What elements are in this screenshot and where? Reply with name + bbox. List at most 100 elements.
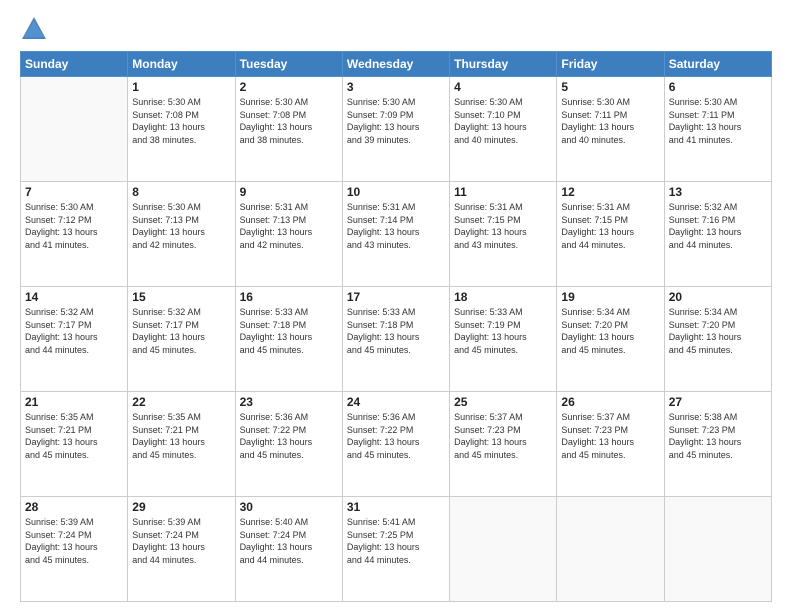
day-info: Sunrise: 5:37 AM Sunset: 7:23 PM Dayligh… bbox=[561, 411, 659, 461]
calendar-week-row-3: 21 Sunrise: 5:35 AM Sunset: 7:21 PM Dayli… bbox=[21, 392, 772, 497]
day-info: Sunrise: 5:30 AM Sunset: 7:12 PM Dayligh… bbox=[25, 201, 123, 251]
day-number: 2 bbox=[240, 80, 338, 94]
day-info: Sunrise: 5:31 AM Sunset: 7:13 PM Dayligh… bbox=[240, 201, 338, 251]
calendar-header-thursday: Thursday bbox=[450, 52, 557, 77]
day-info: Sunrise: 5:36 AM Sunset: 7:22 PM Dayligh… bbox=[240, 411, 338, 461]
calendar-cell: 23Sunrise: 5:36 AM Sunset: 7:22 PM Dayli… bbox=[235, 392, 342, 497]
day-info: Sunrise: 5:30 AM Sunset: 7:11 PM Dayligh… bbox=[561, 96, 659, 146]
day-number: 31 bbox=[347, 500, 445, 514]
calendar-cell: 10 Sunrise: 5:31 AM Sunset: 7:14 PM Dayli… bbox=[342, 182, 449, 287]
day-info: Sunrise: 5:30 AM Sunset: 7:11 PM Dayligh… bbox=[669, 96, 767, 146]
calendar-cell: 15 Sunrise: 5:32 AM Sunset: 7:17 PM Dayli… bbox=[128, 287, 235, 392]
day-number: 22 bbox=[132, 395, 230, 409]
calendar-cell: 26 Sunrise: 5:37 AM Sunset: 7:23 PM Dayli… bbox=[557, 392, 664, 497]
calendar-cell: 9 Sunrise: 5:31 AM Sunset: 7:13 PM Daylig… bbox=[235, 182, 342, 287]
calendar-header-tuesday: Tuesday bbox=[235, 52, 342, 77]
calendar-cell: 14 Sunrise: 5:32 AM Sunset: 7:17 PM Dayli… bbox=[21, 287, 128, 392]
calendar-week-row-2: 14 Sunrise: 5:32 AM Sunset: 7:17 PM Dayli… bbox=[21, 287, 772, 392]
calendar-cell bbox=[664, 497, 771, 602]
header bbox=[20, 15, 772, 43]
day-number: 16 bbox=[240, 290, 338, 304]
day-number: 25 bbox=[454, 395, 552, 409]
day-info: Sunrise: 5:30 AM Sunset: 7:08 PM Dayligh… bbox=[132, 96, 230, 146]
day-info: Sunrise: 5:35 AM Sunset: 7:21 PM Dayligh… bbox=[25, 411, 123, 461]
day-number: 21 bbox=[25, 395, 123, 409]
day-number: 14 bbox=[25, 290, 123, 304]
day-number: 30 bbox=[240, 500, 338, 514]
day-number: 4 bbox=[454, 80, 552, 94]
calendar-cell bbox=[450, 497, 557, 602]
calendar-week-row-4: 28 Sunrise: 5:39 AM Sunset: 7:24 PM Dayli… bbox=[21, 497, 772, 602]
day-info: Sunrise: 5:38 AM Sunset: 7:23 PM Dayligh… bbox=[669, 411, 767, 461]
calendar-cell: 18Sunrise: 5:33 AM Sunset: 7:19 PM Dayli… bbox=[450, 287, 557, 392]
calendar-cell: 27 Sunrise: 5:38 AM Sunset: 7:23 PM Dayli… bbox=[664, 392, 771, 497]
day-number: 26 bbox=[561, 395, 659, 409]
day-number: 11 bbox=[454, 185, 552, 199]
calendar-header-sunday: Sunday bbox=[21, 52, 128, 77]
day-info: Sunrise: 5:33 AM Sunset: 7:18 PM Dayligh… bbox=[347, 306, 445, 356]
day-info: Sunrise: 5:37 AM Sunset: 7:23 PM Dayligh… bbox=[454, 411, 552, 461]
calendar-cell: 16 Sunrise: 5:33 AM Sunset: 7:18 PM Dayli… bbox=[235, 287, 342, 392]
day-number: 17 bbox=[347, 290, 445, 304]
calendar-week-row-0: 1 Sunrise: 5:30 AM Sunset: 7:08 PM Daylig… bbox=[21, 77, 772, 182]
day-info: Sunrise: 5:32 AM Sunset: 7:16 PM Dayligh… bbox=[669, 201, 767, 251]
day-number: 12 bbox=[561, 185, 659, 199]
day-number: 28 bbox=[25, 500, 123, 514]
day-number: 7 bbox=[25, 185, 123, 199]
calendar-cell: 7 Sunrise: 5:30 AM Sunset: 7:12 PM Daylig… bbox=[21, 182, 128, 287]
day-info: Sunrise: 5:32 AM Sunset: 7:17 PM Dayligh… bbox=[132, 306, 230, 356]
day-number: 24 bbox=[347, 395, 445, 409]
calendar-cell: 19Sunrise: 5:34 AM Sunset: 7:20 PM Dayli… bbox=[557, 287, 664, 392]
day-number: 1 bbox=[132, 80, 230, 94]
calendar-cell: 20 Sunrise: 5:34 AM Sunset: 7:20 PM Dayli… bbox=[664, 287, 771, 392]
day-number: 20 bbox=[669, 290, 767, 304]
day-info: Sunrise: 5:32 AM Sunset: 7:17 PM Dayligh… bbox=[25, 306, 123, 356]
calendar-cell: 11Sunrise: 5:31 AM Sunset: 7:15 PM Dayli… bbox=[450, 182, 557, 287]
day-number: 10 bbox=[347, 185, 445, 199]
day-info: Sunrise: 5:30 AM Sunset: 7:10 PM Dayligh… bbox=[454, 96, 552, 146]
calendar-cell: 13 Sunrise: 5:32 AM Sunset: 7:16 PM Dayli… bbox=[664, 182, 771, 287]
day-number: 19 bbox=[561, 290, 659, 304]
day-number: 15 bbox=[132, 290, 230, 304]
logo-icon bbox=[20, 15, 48, 43]
calendar-cell: 29Sunrise: 5:39 AM Sunset: 7:24 PM Dayli… bbox=[128, 497, 235, 602]
day-number: 9 bbox=[240, 185, 338, 199]
logo bbox=[20, 15, 52, 43]
day-info: Sunrise: 5:40 AM Sunset: 7:24 PM Dayligh… bbox=[240, 516, 338, 566]
day-info: Sunrise: 5:36 AM Sunset: 7:22 PM Dayligh… bbox=[347, 411, 445, 461]
day-info: Sunrise: 5:30 AM Sunset: 7:08 PM Dayligh… bbox=[240, 96, 338, 146]
calendar-cell: 24 Sunrise: 5:36 AM Sunset: 7:22 PM Dayli… bbox=[342, 392, 449, 497]
calendar-header-row: SundayMondayTuesdayWednesdayThursdayFrid… bbox=[21, 52, 772, 77]
day-info: Sunrise: 5:41 AM Sunset: 7:25 PM Dayligh… bbox=[347, 516, 445, 566]
day-info: Sunrise: 5:39 AM Sunset: 7:24 PM Dayligh… bbox=[132, 516, 230, 566]
calendar-header-friday: Friday bbox=[557, 52, 664, 77]
calendar-cell: 5 Sunrise: 5:30 AM Sunset: 7:11 PM Daylig… bbox=[557, 77, 664, 182]
calendar-cell bbox=[557, 497, 664, 602]
calendar-table: SundayMondayTuesdayWednesdayThursdayFrid… bbox=[20, 51, 772, 602]
calendar-cell: 21 Sunrise: 5:35 AM Sunset: 7:21 PM Dayli… bbox=[21, 392, 128, 497]
calendar-cell: 12Sunrise: 5:31 AM Sunset: 7:15 PM Dayli… bbox=[557, 182, 664, 287]
day-number: 18 bbox=[454, 290, 552, 304]
calendar-header-saturday: Saturday bbox=[664, 52, 771, 77]
calendar-cell: 2 Sunrise: 5:30 AM Sunset: 7:08 PM Daylig… bbox=[235, 77, 342, 182]
day-info: Sunrise: 5:34 AM Sunset: 7:20 PM Dayligh… bbox=[669, 306, 767, 356]
calendar-header-wednesday: Wednesday bbox=[342, 52, 449, 77]
calendar-cell: 6Sunrise: 5:30 AM Sunset: 7:11 PM Daylig… bbox=[664, 77, 771, 182]
calendar-cell: 22 Sunrise: 5:35 AM Sunset: 7:21 PM Dayli… bbox=[128, 392, 235, 497]
calendar-cell: 30 Sunrise: 5:40 AM Sunset: 7:24 PM Dayli… bbox=[235, 497, 342, 602]
day-info: Sunrise: 5:33 AM Sunset: 7:18 PM Dayligh… bbox=[240, 306, 338, 356]
day-number: 13 bbox=[669, 185, 767, 199]
calendar-cell: 28 Sunrise: 5:39 AM Sunset: 7:24 PM Dayli… bbox=[21, 497, 128, 602]
calendar-cell: 17 Sunrise: 5:33 AM Sunset: 7:18 PM Dayli… bbox=[342, 287, 449, 392]
calendar-cell bbox=[21, 77, 128, 182]
day-number: 27 bbox=[669, 395, 767, 409]
day-number: 5 bbox=[561, 80, 659, 94]
calendar-cell: 25 Sunrise: 5:37 AM Sunset: 7:23 PM Dayli… bbox=[450, 392, 557, 497]
calendar-cell: 1 Sunrise: 5:30 AM Sunset: 7:08 PM Daylig… bbox=[128, 77, 235, 182]
day-info: Sunrise: 5:35 AM Sunset: 7:21 PM Dayligh… bbox=[132, 411, 230, 461]
calendar-header-monday: Monday bbox=[128, 52, 235, 77]
day-info: Sunrise: 5:31 AM Sunset: 7:14 PM Dayligh… bbox=[347, 201, 445, 251]
day-info: Sunrise: 5:39 AM Sunset: 7:24 PM Dayligh… bbox=[25, 516, 123, 566]
calendar-cell: 31 Sunrise: 5:41 AM Sunset: 7:25 PM Dayli… bbox=[342, 497, 449, 602]
calendar-week-row-1: 7 Sunrise: 5:30 AM Sunset: 7:12 PM Daylig… bbox=[21, 182, 772, 287]
